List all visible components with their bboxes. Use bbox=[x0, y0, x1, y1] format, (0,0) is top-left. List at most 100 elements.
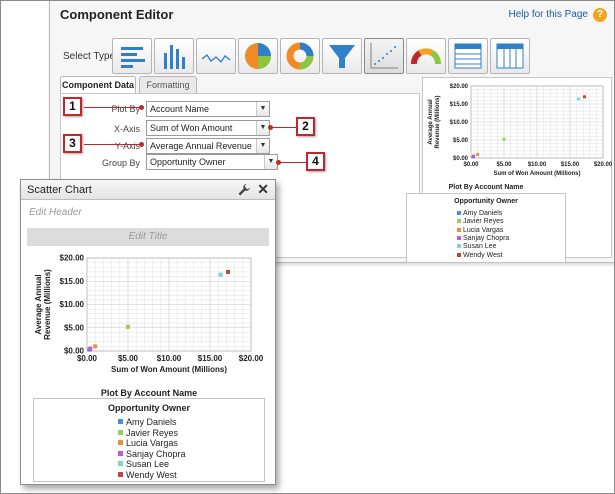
horizontal-bar-chart-button[interactable] bbox=[112, 38, 152, 74]
legend-label: Sanjay Chopra bbox=[126, 448, 186, 459]
edit-header[interactable]: Edit Header bbox=[29, 207, 82, 218]
data-point-susan-lee bbox=[577, 97, 581, 101]
scatter-chart: $0.00 $5.00 $10.00 $15.00 $20.00$0.00$5.00$1… bbox=[34, 254, 264, 374]
funnel-chart-button[interactable] bbox=[322, 38, 362, 74]
y-tick-label: $5.00 bbox=[64, 323, 85, 332]
legend-item-lucia-vargas: Lucia Vargas bbox=[457, 227, 503, 235]
tab-formatting[interactable]: Formatting bbox=[139, 76, 197, 93]
legend-box: Opportunity Owner Amy Daniels Javier Reye… bbox=[33, 398, 265, 482]
group-by-value: Opportunity Owner bbox=[150, 157, 226, 167]
legend-label: Sanjay Chopra bbox=[463, 234, 510, 242]
table-button[interactable] bbox=[448, 38, 488, 74]
editor-header: Component Editor Help for this Page ? bbox=[50, 0, 614, 28]
callout-line-3 bbox=[84, 144, 141, 145]
callout-dot-3 bbox=[139, 142, 144, 147]
legend-label: Lucia Vargas bbox=[463, 226, 504, 234]
pie-chart-button[interactable] bbox=[238, 38, 278, 74]
data-point-sanjay-chopra bbox=[88, 346, 93, 351]
preview-legend-caption: Plot By Account Name bbox=[448, 184, 524, 191]
callout-3: 3 bbox=[63, 134, 82, 153]
scatter-chart-button[interactable] bbox=[364, 38, 404, 74]
y-axis-value: Average Annual Revenue bbox=[150, 141, 252, 151]
pie-chart-icon bbox=[245, 43, 271, 69]
legend-item-javier-reyes: Javier Reyes bbox=[118, 428, 178, 438]
legend-label: Lucia Vargas bbox=[126, 438, 178, 448]
legend-label: Amy Daniels bbox=[126, 417, 177, 427]
vertical-bar-icon bbox=[164, 45, 185, 69]
help-link[interactable]: Help for this Page bbox=[509, 9, 589, 20]
data-point-wendy-west bbox=[226, 269, 231, 274]
y-tick-label: $10.00 bbox=[60, 300, 85, 309]
legend-label: Javier Reyes bbox=[463, 218, 504, 226]
group-by-select[interactable]: Opportunity Owner ▼ bbox=[146, 154, 278, 170]
plot-by-value: Account Name bbox=[150, 104, 210, 114]
callout-dot-4 bbox=[276, 160, 281, 165]
legend-swatch bbox=[118, 419, 123, 424]
line-chart-icon bbox=[201, 54, 231, 64]
y-axis-select[interactable]: Average Annual Revenue ▼ bbox=[146, 138, 270, 154]
legend-title: Opportunity Owner bbox=[108, 403, 190, 413]
vertical-bar-chart-button[interactable] bbox=[154, 38, 194, 74]
legend-item-javier-reyes: Javier Reyes bbox=[457, 218, 503, 226]
data-point-wendy-west bbox=[583, 95, 587, 99]
y-axis-title-line2: Revenue (Millions) bbox=[435, 95, 441, 148]
preview-legend-title: Opportunity Owner bbox=[454, 198, 518, 205]
legend-swatch bbox=[457, 252, 461, 257]
x-axis-label: X-Axis bbox=[113, 124, 140, 134]
y-axis-title: Average Annual bbox=[34, 274, 43, 334]
x-tick-label: $20.00 bbox=[594, 162, 613, 168]
data-point-lucia-vargas bbox=[93, 344, 98, 349]
funnel-chart-icon bbox=[329, 45, 355, 68]
legend-item-sanjay-chopra: Sanjay Chopra bbox=[118, 449, 186, 459]
data-point-sanjay-chopra bbox=[472, 154, 476, 158]
legend-item-amy-daniels: Amy Daniels bbox=[118, 417, 177, 427]
y-tick-label: $0.00 bbox=[64, 347, 85, 356]
legend-item-susan-lee: Susan Lee bbox=[118, 459, 169, 469]
x-tick-label: $5.00 bbox=[496, 162, 512, 168]
scatter-chart-icon bbox=[370, 43, 398, 69]
line-chart-button[interactable] bbox=[196, 38, 236, 74]
plot-by-select[interactable]: Account Name ▼ bbox=[146, 101, 270, 117]
help-icon[interactable]: ? bbox=[593, 8, 607, 22]
x-tick-label: $20.00 bbox=[239, 354, 264, 363]
callout-line-4 bbox=[280, 162, 306, 163]
legend-item-wendy-west: Wendy West bbox=[457, 252, 502, 260]
preview-scatter-chart: $0.00 $5.00 $10.00 $15.00 $20.00 $0.00 $5.00 $1… bbox=[428, 84, 613, 177]
scatter-chart-card: Scatter Chart ✕ Edit Header Edit Title $… bbox=[20, 179, 276, 485]
callout-line-2 bbox=[272, 127, 296, 128]
preview-legend: Plot By Account Name Opportunity Owner A… bbox=[406, 184, 566, 263]
x-tick-label: $0.00 bbox=[463, 162, 479, 168]
callout-line-1 bbox=[84, 107, 141, 108]
legend-swatch bbox=[457, 244, 461, 249]
legend-label: Wendy West bbox=[126, 469, 177, 480]
close-icon[interactable]: ✕ bbox=[257, 181, 269, 198]
legend-label: Javier Reyes bbox=[126, 427, 179, 438]
legend-swatch bbox=[118, 429, 123, 435]
data-point-javier-reyes bbox=[502, 137, 506, 141]
chevron-down-icon: ▼ bbox=[256, 102, 269, 116]
donut-chart-button[interactable] bbox=[280, 38, 320, 74]
callout-dot-1 bbox=[139, 105, 144, 110]
x-axis-title: Sum of Won Amount (Millions) bbox=[111, 365, 227, 374]
callout-1: 1 bbox=[63, 97, 82, 116]
x-axis-select[interactable]: Sum of Won Amount ▼ bbox=[146, 120, 270, 136]
x-axis-title: Sum of Won Amount (Millions) bbox=[494, 171, 581, 177]
tab-component-data[interactable]: Component Data bbox=[60, 76, 136, 94]
legend-swatch bbox=[118, 450, 123, 456]
y-tick-label: $5.00 bbox=[453, 138, 469, 144]
legend-swatch bbox=[118, 471, 123, 477]
legend-swatch bbox=[118, 440, 123, 445]
gauge-chart-button[interactable] bbox=[406, 38, 446, 74]
y-tick-label: $20.00 bbox=[60, 254, 85, 263]
wrench-icon[interactable] bbox=[237, 183, 251, 197]
x-tick-label: $10.00 bbox=[528, 162, 547, 168]
chevron-down-icon: ▼ bbox=[256, 139, 269, 153]
edit-title[interactable]: Edit Title bbox=[27, 228, 269, 246]
gauge-chart-icon bbox=[411, 48, 441, 65]
data-point-lucia-vargas bbox=[476, 152, 480, 156]
y-tick-label: $0.00 bbox=[453, 156, 469, 162]
group-by-label: Group By bbox=[101, 158, 140, 168]
legend-caption: Plot By Account Name bbox=[100, 388, 198, 398]
horizontal-bar-icon bbox=[121, 47, 145, 68]
table-columns-button[interactable] bbox=[490, 38, 530, 74]
